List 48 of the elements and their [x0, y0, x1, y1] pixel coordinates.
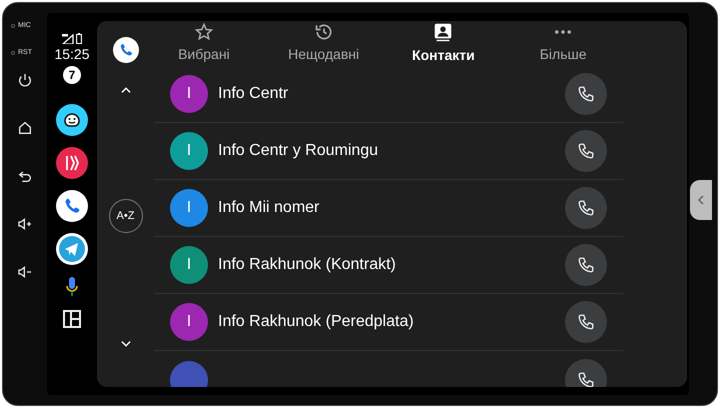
- indicator-light-icon: [11, 24, 15, 28]
- contact-name[interactable]: Info Rakhunok (Kontrakt): [218, 253, 565, 277]
- stripes-app-icon[interactable]: [56, 147, 88, 179]
- signal-icon: [62, 34, 74, 44]
- phone-icon: [577, 313, 595, 331]
- avatar: I: [170, 75, 208, 113]
- star-icon: [194, 22, 214, 42]
- home-icon[interactable]: [17, 120, 33, 136]
- phone-icon: [577, 256, 595, 274]
- volume-up-icon[interactable]: [17, 216, 33, 232]
- tab[interactable]: Нещодавні: [264, 22, 384, 65]
- phone-app-icon[interactable]: [56, 190, 88, 222]
- call-button[interactable]: [565, 244, 607, 286]
- contact-name[interactable]: Info Rakhunok (Peredplata): [218, 310, 565, 334]
- clock-time: 15:25: [54, 46, 90, 62]
- notification-count: 7: [63, 66, 81, 84]
- phone-icon: [577, 370, 595, 387]
- history-icon: [314, 22, 334, 42]
- paper-plane-app-icon[interactable]: [56, 233, 88, 265]
- tab[interactable]: Вибрані: [144, 22, 264, 65]
- call-button[interactable]: [565, 130, 607, 172]
- alphabet-button[interactable]: A•Z: [108, 199, 142, 233]
- microphone-icon[interactable]: [65, 276, 79, 298]
- phone-icon: [577, 199, 595, 217]
- avatar: I: [170, 246, 208, 284]
- indicator-light-icon: [11, 50, 15, 55]
- volume-down-icon[interactable]: [17, 264, 33, 280]
- layout-icon[interactable]: [62, 309, 82, 329]
- more-icon: [555, 30, 572, 34]
- tab[interactable]: Контакти: [384, 21, 504, 66]
- power-icon[interactable]: [17, 72, 33, 88]
- call-button[interactable]: [565, 301, 607, 343]
- contact-name[interactable]: Info Centr y Roumingu: [218, 139, 565, 163]
- contact-name[interactable]: Info Centr: [218, 82, 565, 106]
- call-button[interactable]: [565, 187, 607, 229]
- contact-name[interactable]: Info Mii nomer: [218, 196, 565, 220]
- tab[interactable]: Більше: [503, 22, 623, 65]
- side-handle[interactable]: [690, 180, 712, 220]
- avatar: I: [170, 303, 208, 341]
- chevron-left-icon: [697, 195, 705, 205]
- phone-app-icon[interactable]: [112, 37, 138, 63]
- avatar: I: [170, 189, 208, 227]
- battery-icon: [76, 33, 82, 44]
- avatar: I: [170, 132, 208, 170]
- phone-icon: [577, 85, 595, 103]
- call-button[interactable]: [565, 73, 607, 115]
- smiling-face-app-icon[interactable]: [56, 104, 88, 136]
- phone-icon: [577, 142, 595, 160]
